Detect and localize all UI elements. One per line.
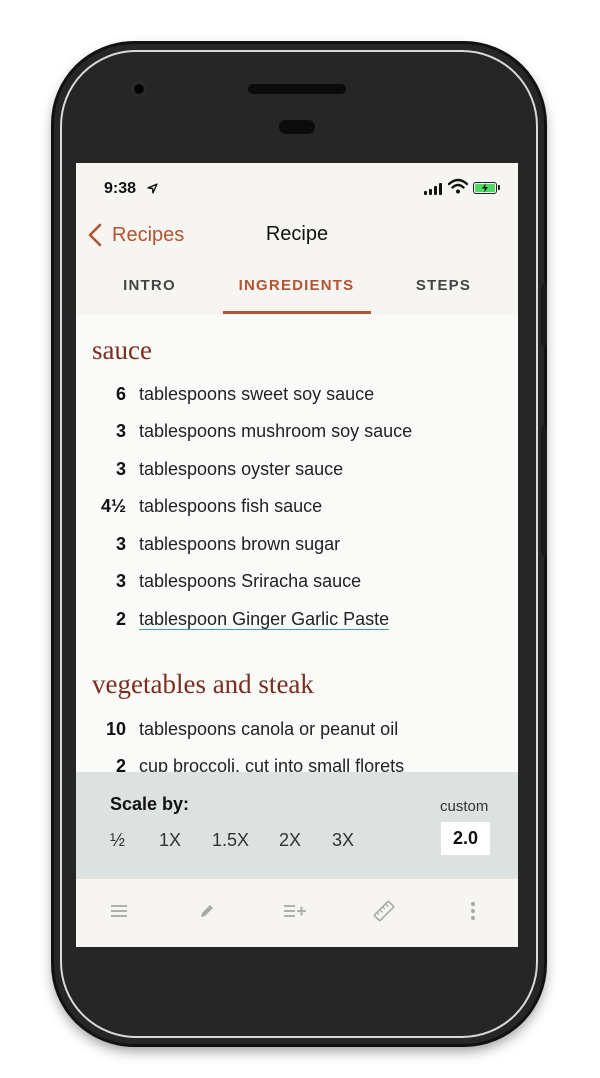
custom-scale-input[interactable]: 2.0 [441, 822, 490, 855]
app-screen: 9:38 Recipes Recipe INTRO INGREDIENTS ST… [76, 163, 518, 947]
ingredient-quantity: 3 [115, 571, 126, 591]
ingredient-text: tablespoons mushroom soy sauce [139, 421, 413, 441]
add-to-list-icon[interactable] [275, 893, 315, 929]
ingredient-text: cup broccoli, cut into small florets [139, 756, 405, 772]
navigation-bar: Recipes Recipe [76, 213, 518, 257]
side-button-lower [541, 426, 547, 556]
proximity-sensor [279, 120, 315, 134]
battery-icon [473, 182, 497, 194]
wifi-icon [448, 178, 468, 194]
ingredient-quantity: 2 [115, 756, 126, 772]
section-title-vegetables-and-steak: vegetables and steak [92, 669, 314, 699]
custom-scale-label: custom [440, 798, 489, 815]
scale-panel: Scale by: ½ 1X 1.5X 2X 3X custom 2.0 [76, 772, 518, 878]
ingredient-row[interactable]: 3 tablespoons oyster sauce [76, 455, 518, 485]
ingredient-text: tablespoons fish sauce [139, 496, 323, 516]
ingredient-quantity: 10 [105, 719, 126, 739]
ingredient-row[interactable]: 2 tablespoon Ginger Garlic Paste [76, 605, 518, 635]
ingredient-quantity: 2 [115, 609, 126, 629]
status-bar: 9:38 [76, 163, 518, 213]
charging-bolt-icon [482, 183, 488, 193]
scale-option-1-5x[interactable]: 1.5X [212, 830, 249, 851]
ingredient-text: tablespoons Sriracha sauce [139, 571, 362, 591]
ingredient-text: tablespoons sweet soy sauce [139, 384, 375, 404]
scale-option-half[interactable]: ½ [110, 830, 125, 851]
front-camera [130, 80, 148, 98]
more-vertical-icon[interactable] [453, 893, 493, 929]
ingredient-row[interactable]: 3 tablespoons brown sugar [76, 530, 518, 560]
scale-option-2x[interactable]: 2X [279, 830, 301, 851]
location-arrow-icon [147, 183, 158, 194]
ingredient-row[interactable]: 2 cup broccoli, cut into small florets [76, 752, 518, 772]
battery-cap [498, 185, 500, 190]
tab-steps[interactable]: STEPS [370, 263, 517, 315]
ingredient-text: tablespoons canola or peanut oil [139, 719, 399, 739]
ingredient-quantity: 3 [115, 421, 126, 441]
active-tab-indicator [223, 311, 371, 314]
page-title: Recipe [265, 223, 329, 245]
list-icon[interactable] [99, 893, 139, 929]
ingredient-quantity: 6 [115, 384, 126, 404]
bottom-toolbar [76, 878, 518, 947]
ingredient-text: tablespoons oyster sauce [139, 459, 344, 479]
ingredient-link-ginger-garlic-paste[interactable]: tablespoon Ginger Garlic Paste [139, 609, 389, 630]
ingredient-quantity: 3 [115, 534, 126, 554]
tab-bar: INTRO INGREDIENTS STEPS [76, 263, 518, 316]
section-title-sauce: sauce [92, 335, 152, 365]
ingredient-text: tablespoons brown sugar [139, 534, 341, 554]
ingredient-row[interactable]: 3 tablespoons Sriracha sauce [76, 567, 518, 597]
ingredient-row[interactable]: 4½ tablespoons fish sauce [76, 492, 518, 522]
side-button-upper [541, 284, 547, 346]
tab-intro[interactable]: INTRO [76, 263, 223, 315]
ingredients-list[interactable]: sauce 6 tablespoons sweet soy sauce 3 ta… [76, 315, 518, 772]
ingredient-row[interactable]: 3 tablespoons mushroom soy sauce [76, 417, 518, 447]
tab-ingredients[interactable]: INGREDIENTS [223, 263, 370, 315]
scale-label: Scale by: [110, 794, 190, 814]
ingredient-row[interactable]: 6 tablespoons sweet soy sauce [76, 380, 518, 410]
pencil-icon[interactable] [187, 893, 227, 929]
ingredient-row[interactable]: 10 tablespoons canola or peanut oil [76, 715, 518, 745]
status-time: 9:38 [104, 180, 137, 197]
ingredient-quantity: 4½ [100, 496, 126, 516]
scale-option-3x[interactable]: 3X [332, 830, 354, 851]
scale-option-1x[interactable]: 1X [159, 830, 181, 851]
earpiece-speaker [248, 84, 346, 94]
cellular-signal-icon [424, 183, 442, 195]
ingredient-quantity: 3 [115, 459, 126, 479]
ruler-icon[interactable] [364, 893, 404, 929]
